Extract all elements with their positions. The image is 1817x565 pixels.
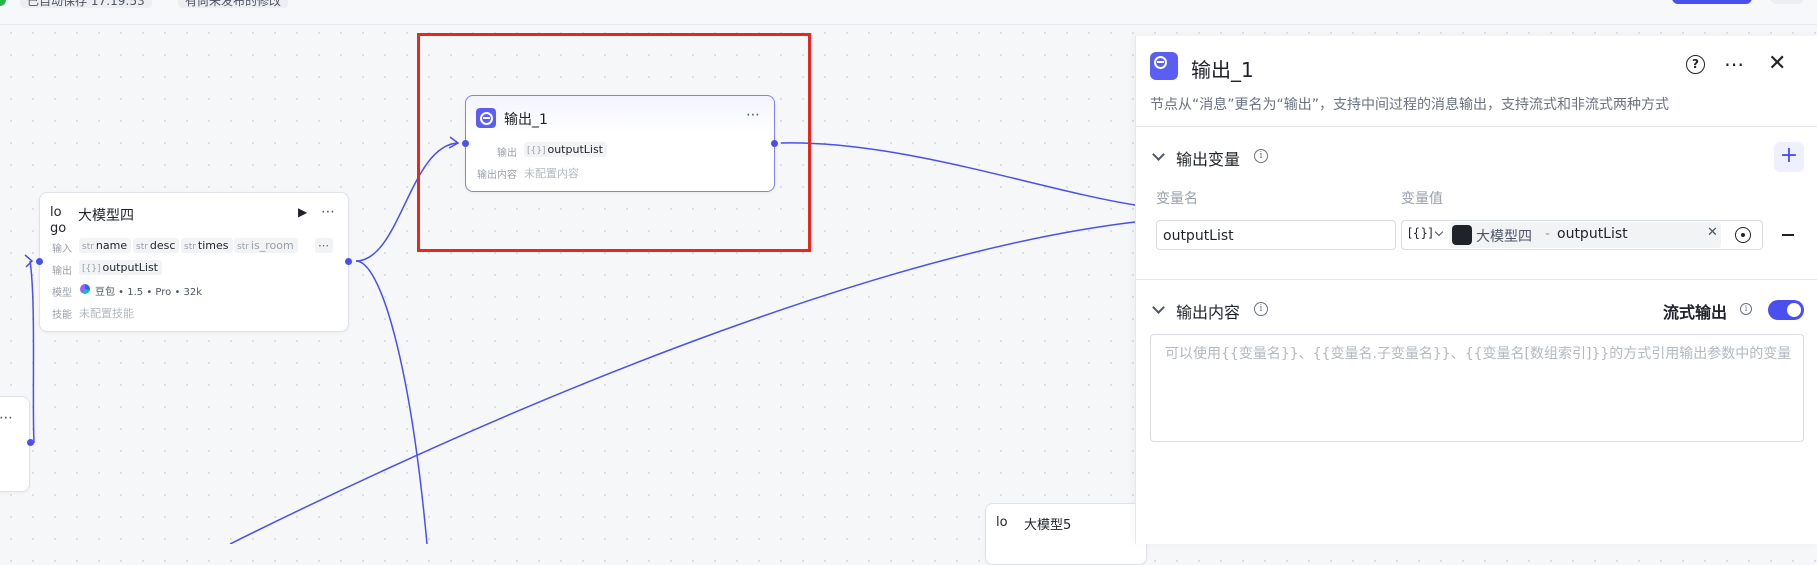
panel-title: 输出_1 [1191,58,1254,82]
content-label: 输出内容 [477,170,517,181]
variable-value-field[interactable]: [{}] 大模型四 - outputList ✕ [1401,220,1763,250]
variable-name-input[interactable]: outputList [1156,220,1396,250]
panel-description: 节点从“消息”更名为“输出”，支持中间过程的消息输出，支持流式和非流式两种方式 [1150,97,1670,113]
more-icon[interactable]: ⋯ [321,204,336,220]
content-value: 未配置内容 [524,167,579,180]
output-label: 输出 [52,266,72,277]
llm-node-icon [1452,225,1472,245]
partial-node-left[interactable]: ⋯ [0,396,30,492]
node-logo: lo [996,515,1008,530]
node-settings-panel: 输出_1 ? ⋯ ✕ 节点从“消息”更名为“输出”，支持中间过程的消息输出，支持… [1135,36,1817,544]
output-label: 输出 [497,148,517,159]
output-output-port[interactable] [771,140,778,147]
doubao-logo-icon [80,284,90,294]
add-variable-button[interactable]: + [1774,142,1804,172]
output-tag: [{}] outputList [79,260,162,275]
node-title: 大模型5 [1024,518,1072,533]
stream-output-toggle[interactable] [1768,300,1804,320]
llm-output-port[interactable] [345,258,352,265]
edge-bottom-left [229,221,1136,544]
input-tag: str is_room [234,238,298,253]
input-tag: str desc [133,238,180,253]
more-icon[interactable]: ⋯ [1724,54,1745,74]
edge-llm-down [355,260,428,544]
edge-output-right [780,142,1136,206]
divider [1136,126,1817,127]
type-selector[interactable]: [{}] [1408,226,1433,240]
node-logo: lo go [50,205,67,236]
llm-node[interactable]: lo go 大模型四 ▶ ⋯ 输入 str name str desc str tim… [39,192,349,332]
ref-field-name: outputList [1557,226,1628,242]
llm5-node[interactable]: lo 大模型5 [985,503,1147,565]
column-header-value: 变量值 [1401,191,1443,207]
output-input-port[interactable] [462,140,469,147]
output-node-icon [1150,52,1178,80]
model-value: 豆包 • 1.5 • Pro • 32k [95,287,203,298]
edge-left-vertical [29,260,35,444]
node-title: 输出_1 [504,112,548,128]
node-title: 大模型四 [78,208,134,224]
ref-separator: - [1545,226,1551,242]
input-label: 输入 [52,244,72,255]
chevron-down-icon[interactable] [1152,301,1165,314]
close-icon[interactable]: ✕ [1768,53,1786,75]
section-title-variables: 输出变量 [1176,150,1241,169]
variable-reference-tag[interactable]: 大模型四 - outputList ✕ [1449,222,1721,248]
output-tag: [{}] outputList [524,142,607,157]
content-placeholder: 可以使用{{变量名}}、{{变量名.子变量名}}、{{变量名[数组索引]}}的方… [1165,346,1792,362]
help-icon[interactable]: ? [1686,55,1705,74]
llm-input-port[interactable] [36,258,43,265]
info-icon[interactable]: i [1254,149,1268,163]
input-tag: str times [181,238,233,253]
target-icon-dot [1741,233,1745,237]
output-content-textarea[interactable]: 可以使用{{变量名}}、{{变量名.子变量名}}、{{变量名[数组索引]}}的方… [1150,334,1804,442]
remove-variable-button[interactable] [1782,234,1794,236]
output-node[interactable]: 输出_1 ⋯ 输出 [{}] outputList 输出内容 未配置内容 [465,95,775,192]
skill-label: 技能 [52,310,72,321]
info-icon[interactable]: i [1740,303,1752,315]
clear-icon[interactable]: ✕ [1707,225,1718,240]
input-tag: str name [79,238,132,253]
model-label: 模型 [52,288,72,299]
column-header-name: 变量名 [1156,191,1198,207]
chevron-down-icon[interactable] [1434,227,1444,237]
divider [1136,279,1817,280]
output-node-icon [476,108,496,128]
more-icon[interactable]: ⋯ [746,107,761,123]
more-inputs-button[interactable]: ⋯ [315,238,333,253]
node-port[interactable] [27,439,34,446]
info-icon[interactable]: i [1254,302,1268,316]
more-icon[interactable]: ⋯ [0,410,14,426]
skill-value: 未配置技能 [79,307,134,320]
run-icon[interactable]: ▶ [298,205,307,219]
stream-output-label: 流式输出 [1663,303,1728,322]
ref-node-name: 大模型四 [1476,229,1532,245]
section-title-content: 输出内容 [1176,303,1241,322]
chevron-down-icon[interactable] [1152,148,1165,161]
